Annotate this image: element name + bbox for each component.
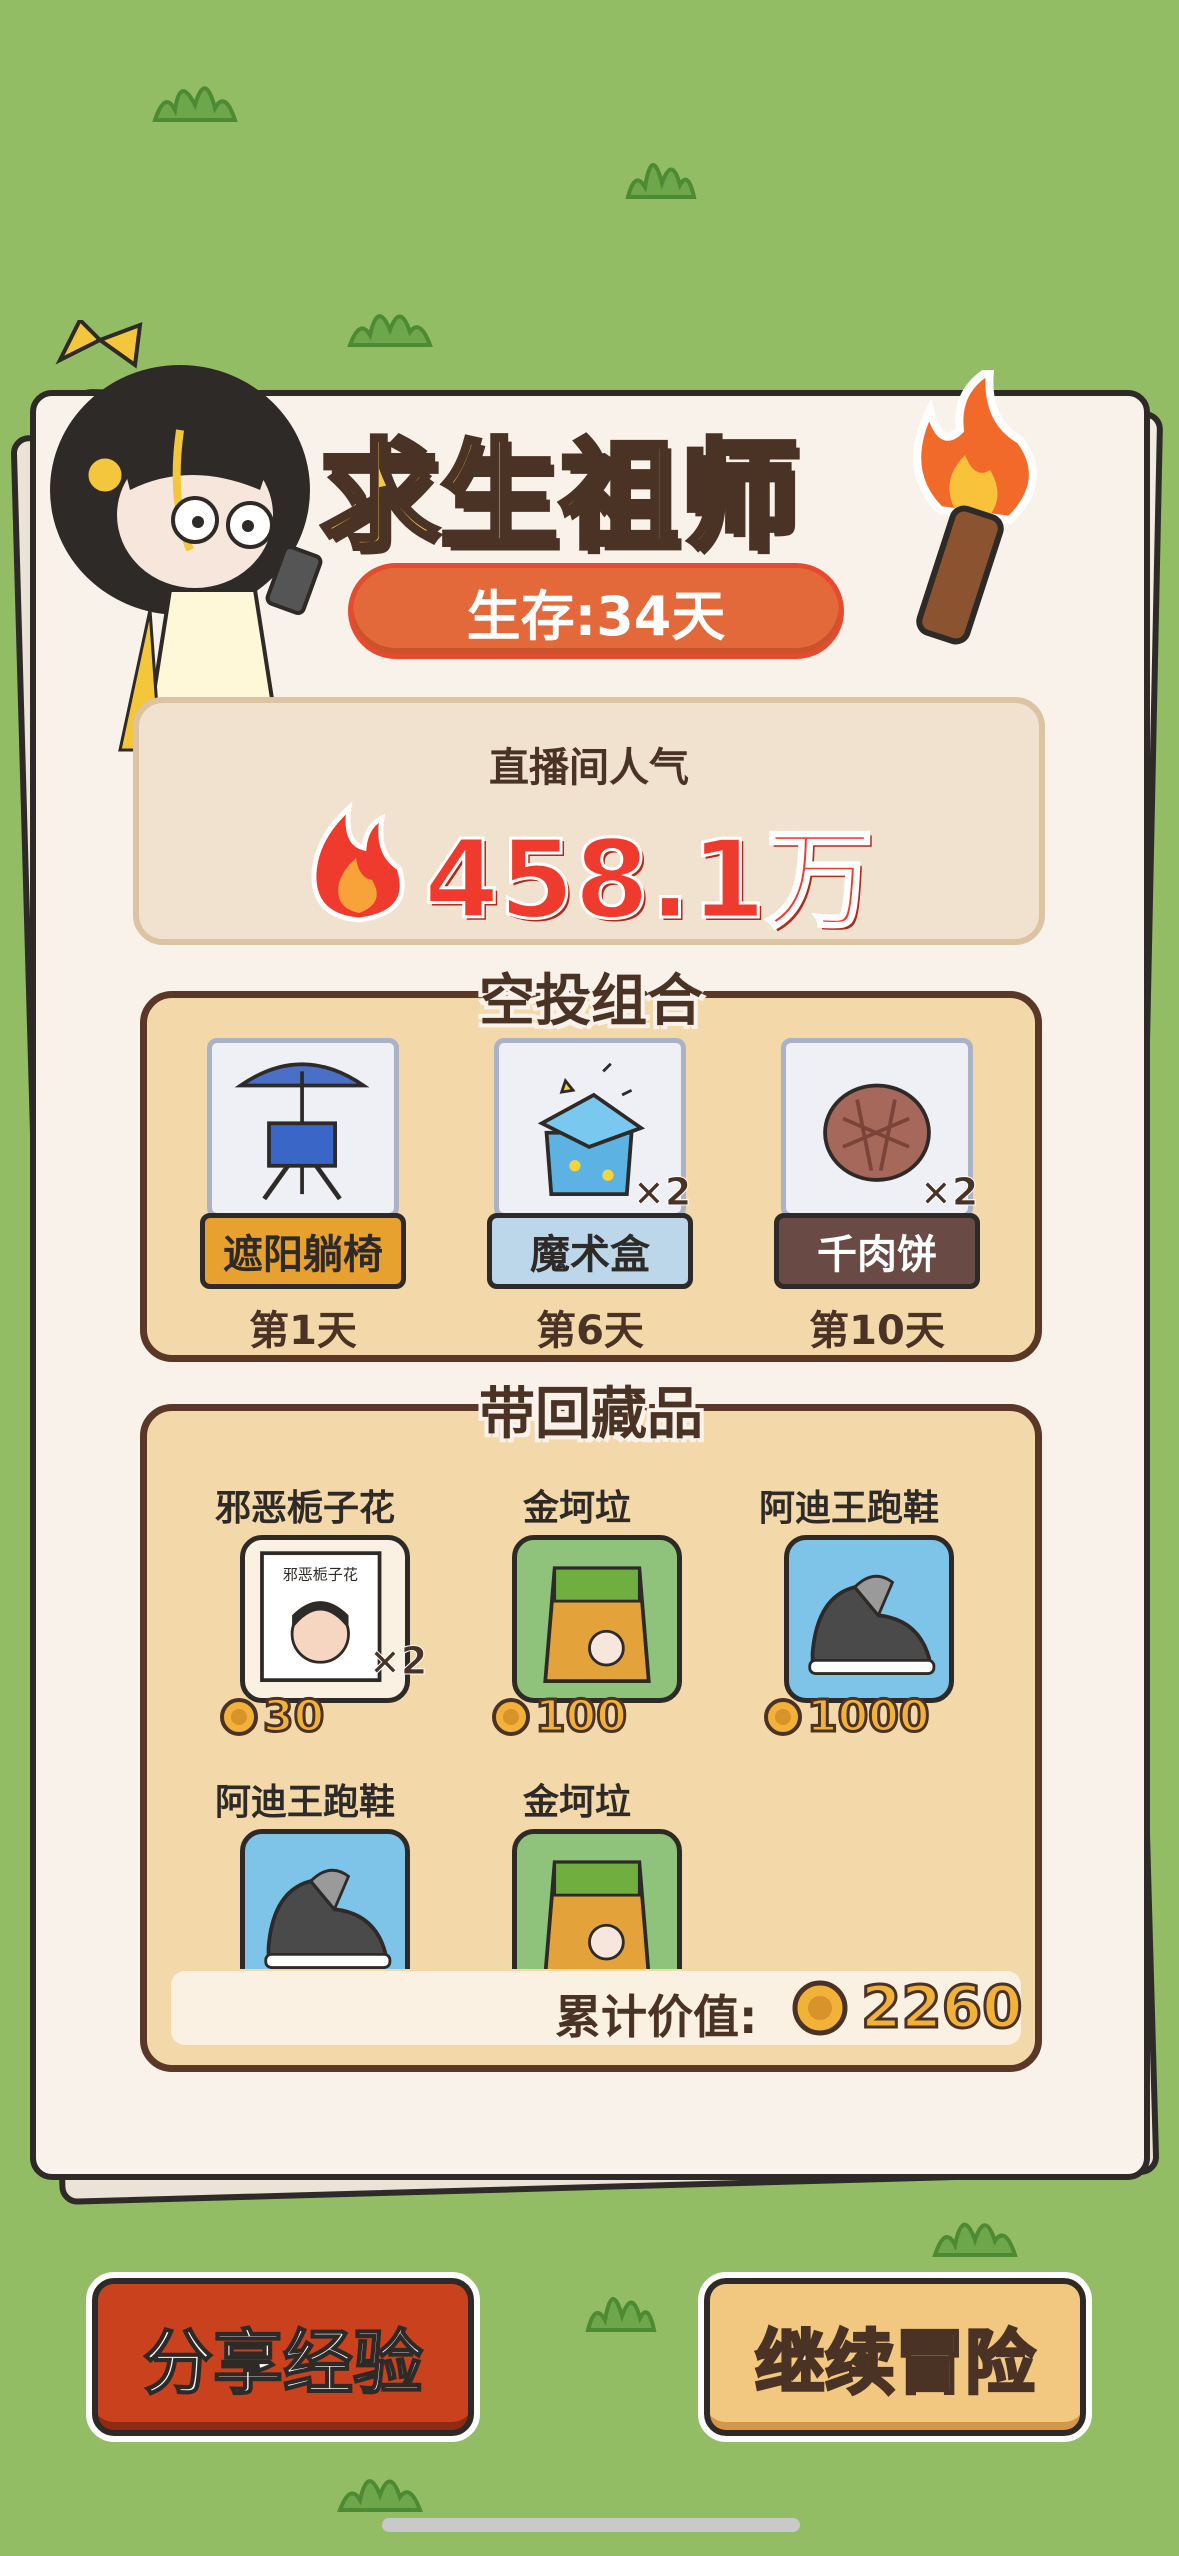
airdrop-item-name: 千肉饼	[774, 1213, 980, 1289]
character-avatar	[20, 316, 350, 760]
airdrop-title: 空投组合	[479, 969, 703, 1034]
collection-item-card[interactable]	[784, 1535, 954, 1703]
survival-days-badge: 生存:34天	[348, 563, 844, 659]
survival-days-text: 生存:34天	[466, 584, 726, 648]
grass-decoration	[145, 60, 245, 130]
total-value-amount: 2260	[859, 1972, 1023, 2043]
airdrop-item-day: 第10天	[809, 1308, 945, 1354]
coin-icon	[220, 1697, 258, 1736]
collection-item-name: 邪恶栀子花	[214, 1488, 395, 1529]
coin-icon	[792, 1980, 848, 2036]
airdrop-item-day: 第6天	[536, 1308, 644, 1354]
collection-item-card[interactable]	[512, 1535, 682, 1703]
collection-item-price: 30	[219, 1690, 326, 1744]
collection-item-card[interactable]	[512, 1829, 682, 1969]
airdrop-item-card[interactable]	[207, 1038, 399, 1218]
collection-item-name: 金坷垃	[522, 1488, 631, 1529]
airdrop-item-day: 第1天	[249, 1308, 357, 1354]
svg-text:邪恶栀子花: 邪恶栀子花	[283, 1566, 358, 1584]
popularity-label: 直播间人气	[489, 745, 689, 791]
sneaker-icon	[808, 1574, 936, 1675]
grass-decoration	[330, 2455, 430, 2515]
collection-item-price: 100	[491, 1690, 628, 1744]
grass-decoration	[925, 2195, 1025, 2260]
beach-chair-icon	[234, 1062, 370, 1201]
continue-adventure-button[interactable]: 继续冒险	[698, 2272, 1092, 2442]
total-value-label: 累计价值:	[555, 1990, 758, 2044]
popularity-box: 直播间人气 458.1万	[133, 697, 1045, 945]
collection-panel: 带回藏品 邪恶栀子花 邪恶栀子花 ×2 30 金坷垃 100 阿迪王跑鞋 100…	[140, 1382, 1042, 2072]
collection-item-price: 1000	[763, 1690, 931, 1744]
grass-decoration	[580, 2270, 660, 2335]
fertilizer-bag-icon	[543, 1860, 651, 1969]
torch-icon	[880, 362, 1050, 650]
sneaker-icon	[264, 1868, 392, 1969]
coin-icon	[492, 1697, 530, 1736]
airdrop-item-quantity: ×2	[632, 1170, 692, 1215]
collection-item-name: 阿迪王跑鞋	[758, 1488, 939, 1529]
popularity-value: 458.1万	[423, 817, 876, 945]
airdrop-item-name: 遮阳躺椅	[200, 1213, 406, 1289]
collection-item-name: 金坷垃	[522, 1782, 631, 1823]
grass-decoration	[340, 290, 440, 350]
page-title: 求生祖师	[318, 425, 801, 568]
airdrop-panel: 空投组合 遮阳躺椅 第1天 ×2 魔术盒 第6天 ×2 千肉饼 第10天	[140, 969, 1042, 1362]
grass-decoration	[620, 135, 700, 205]
fire-icon	[311, 801, 405, 923]
collection-item-card[interactable]	[240, 1829, 410, 1969]
share-experience-button[interactable]: 分享经验	[86, 2272, 480, 2442]
airdrop-item-name: 魔术盒	[487, 1213, 693, 1289]
home-indicator[interactable]	[382, 2518, 800, 2532]
coin-icon	[764, 1697, 802, 1736]
collection-item-name: 阿迪王跑鞋	[214, 1782, 395, 1823]
total-value-bar: 累计价值: 2260	[171, 1971, 1024, 2045]
airdrop-item-quantity: ×2	[919, 1170, 979, 1215]
collection-item-quantity: ×2	[368, 1639, 428, 1684]
fertilizer-bag-icon	[543, 1566, 651, 1683]
collection-scroll-area[interactable]: 邪恶栀子花 邪恶栀子花 ×2 30 金坷垃 100 阿迪王跑鞋 1000 阿迪王…	[147, 1411, 1035, 1969]
